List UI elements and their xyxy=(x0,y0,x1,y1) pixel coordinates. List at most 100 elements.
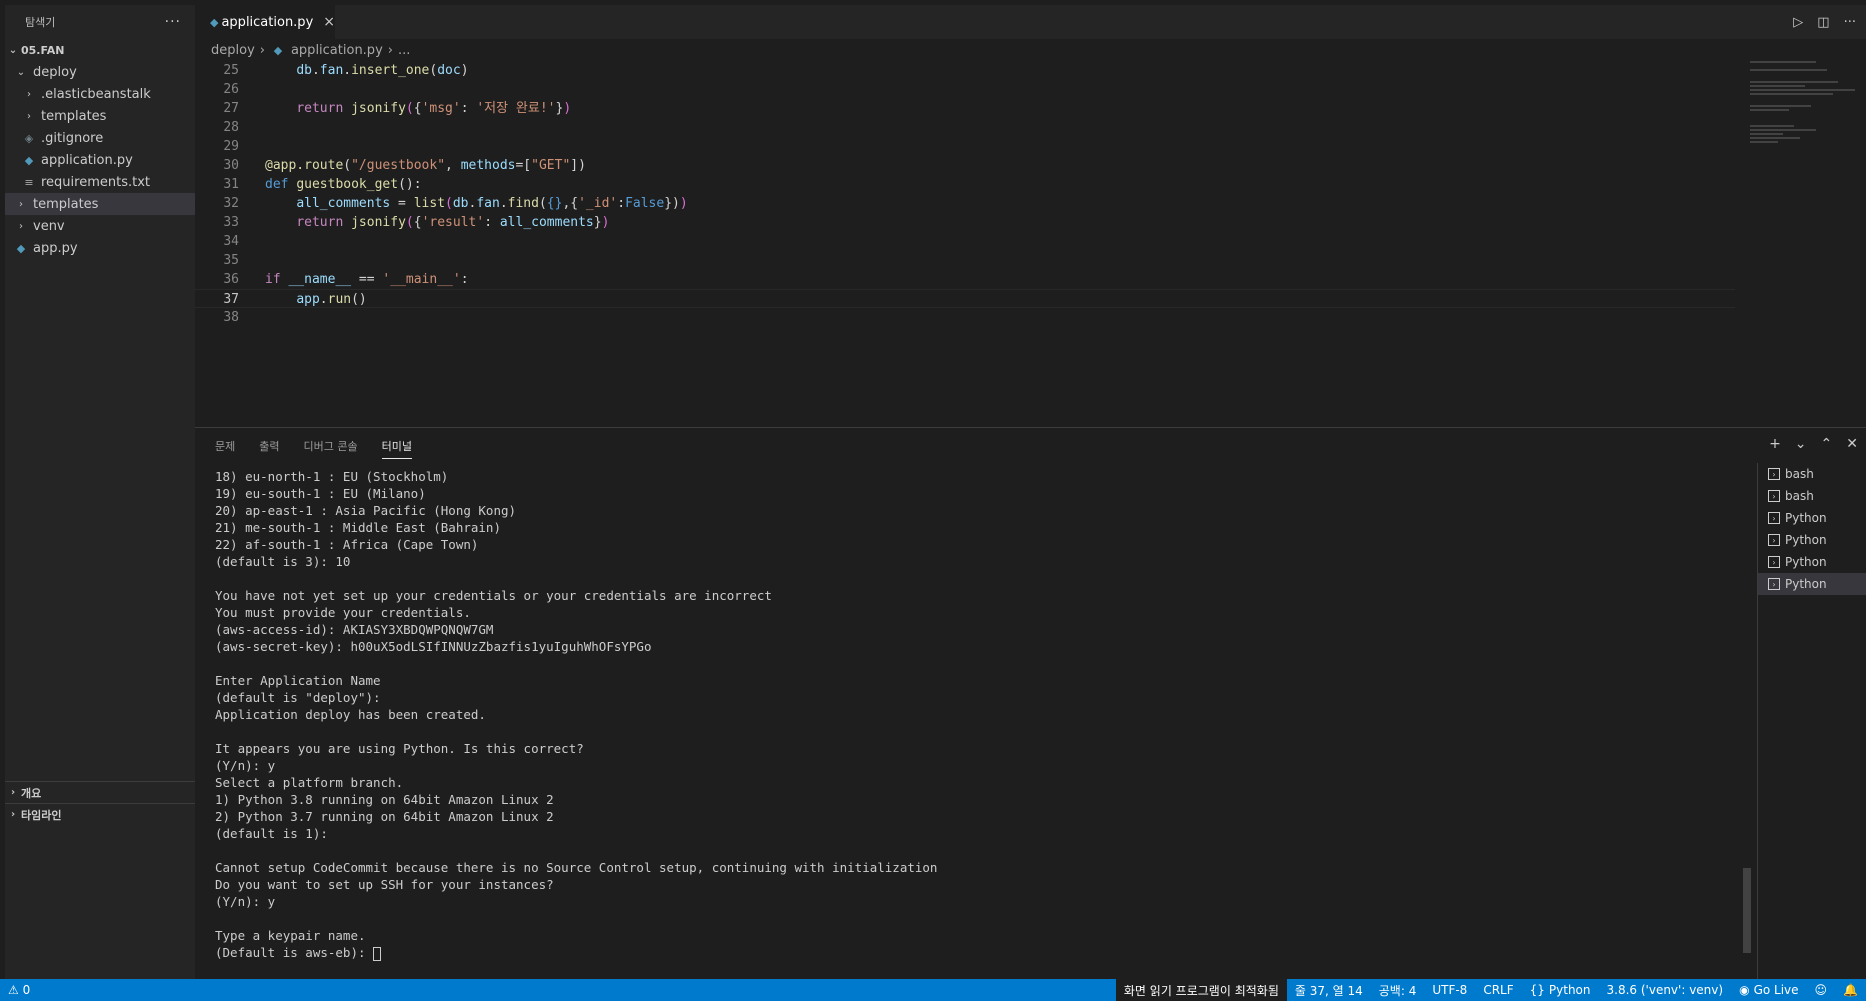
tree-item[interactable]: › venv xyxy=(5,215,195,237)
terminal-line: (default is "deploy"): xyxy=(215,689,1715,706)
terminal-icon: › xyxy=(1768,490,1780,502)
terminal-icon: › xyxy=(1768,534,1780,546)
line-number: 28 xyxy=(223,120,239,135)
line-number: 25 xyxy=(223,63,239,78)
code-text: def guestbook_get(): xyxy=(265,177,422,192)
terminal-line: (Y/n): y xyxy=(215,757,1715,774)
chevron-down-icon[interactable]: ⌄ xyxy=(1795,436,1807,452)
indentation[interactable]: 공백: 4 xyxy=(1371,979,1425,1001)
editor-area: ◆ application.py × ▷ ◫ ··· deploy › ◆ ap… xyxy=(195,5,1866,427)
cursor-position[interactable]: 줄 37, 열 14 xyxy=(1287,979,1371,1001)
tab-application-py[interactable]: ◆ application.py × xyxy=(195,5,335,39)
terminal-instance-label: Python xyxy=(1785,555,1827,569)
line-number: 27 xyxy=(223,101,239,116)
terminal-line-text: 19) eu-south-1 : EU (Milano) xyxy=(215,486,426,501)
terminal-instance[interactable]: › bash xyxy=(1758,463,1866,485)
tab-label: application.py xyxy=(221,14,314,30)
minimap-line xyxy=(1750,141,1778,143)
feedback-icon[interactable]: ☺ xyxy=(1807,979,1836,1001)
run-icon[interactable]: ▷ xyxy=(1793,15,1803,30)
go-live-label: Go Live xyxy=(1753,983,1799,997)
panel-tab[interactable]: 터미널 xyxy=(381,433,412,459)
terminal-icon: › xyxy=(1768,468,1780,480)
tree-item-label: venv xyxy=(33,218,65,234)
outline-section[interactable]: › 개요 xyxy=(5,781,195,803)
add-terminal-icon[interactable]: + xyxy=(1769,436,1781,452)
panel-tab[interactable]: 문제 xyxy=(215,438,235,454)
code-line: 33 return jsonify({'result': all_comment… xyxy=(195,213,1735,232)
code-view[interactable]: 25 db.fan.insert_one(doc) 26 27 return jso… xyxy=(195,61,1735,327)
python-interpreter[interactable]: 3.8.6 ('venv': venv) xyxy=(1599,979,1732,1001)
terminal-instance[interactable]: › Python xyxy=(1758,573,1866,595)
minimap-line xyxy=(1750,85,1805,87)
code-line: 31 def guestbook_get(): xyxy=(195,175,1735,194)
line-number: 26 xyxy=(223,82,239,97)
terminal-instance[interactable]: › Python xyxy=(1758,529,1866,551)
panel-tab[interactable]: 디버그 콘솔 xyxy=(304,438,358,454)
problems-count[interactable]: ⚠ 0 xyxy=(8,983,30,997)
workspace-root[interactable]: ⌄ 05.FAN xyxy=(5,39,195,61)
breadcrumb-folder[interactable]: deploy xyxy=(211,43,255,58)
minimap-line xyxy=(1750,93,1833,95)
terminal-instance[interactable]: › Python xyxy=(1758,551,1866,573)
tree-item[interactable]: › templates xyxy=(5,193,195,215)
breadcrumb-file[interactable]: application.py xyxy=(291,43,383,58)
code-line: 36 if __name__ == '__main__': xyxy=(195,270,1735,289)
tree-item[interactable]: › templates xyxy=(5,105,195,127)
tree-item[interactable]: ◆ application.py xyxy=(5,149,195,171)
tree-item[interactable]: ≡ requirements.txt xyxy=(5,171,195,193)
more-actions-icon[interactable]: ··· xyxy=(165,14,181,30)
terminal-line-text: Application deploy has been created. xyxy=(215,707,486,722)
chevron-right-icon: › xyxy=(27,110,31,122)
split-editor-icon[interactable]: ◫ xyxy=(1817,15,1829,30)
minimap-line xyxy=(1750,89,1855,91)
code-line: 25 db.fan.insert_one(doc) xyxy=(195,61,1735,80)
breadcrumb-symbol[interactable]: ... xyxy=(398,43,410,58)
minimap-line xyxy=(1750,125,1794,127)
close-icon[interactable]: × xyxy=(323,14,335,30)
tree-item-label: app.py xyxy=(33,240,78,256)
line-number: 30 xyxy=(223,158,239,173)
chevron-down-icon: ⌄ xyxy=(16,66,26,78)
screen-reader-status[interactable]: 화면 읽기 프로그램이 최적화됨 xyxy=(1115,979,1287,1001)
end-of-line[interactable]: CRLF xyxy=(1475,979,1521,1001)
terminal-list: › bash › bash › Python › Python › Python › Python xyxy=(1757,463,1866,980)
close-panel-icon[interactable]: ✕ xyxy=(1846,436,1858,452)
terminal-instance[interactable]: › Python xyxy=(1758,507,1866,529)
notifications-icon[interactable]: 🔔 xyxy=(1835,979,1866,1001)
code-text: @app.route("/guestbook", methods=["GET"]… xyxy=(265,158,586,173)
timeline-label: 타임라인 xyxy=(21,808,62,822)
minimap[interactable] xyxy=(1750,61,1860,151)
tree-item[interactable]: ◆ app.py xyxy=(5,237,195,259)
terminal-output[interactable]: 18) eu-north-1 : EU (Stockholm) 19) eu-so… xyxy=(215,468,1715,961)
minimap-line xyxy=(1750,129,1816,131)
python-file-icon: ◆ xyxy=(24,153,34,167)
more-icon[interactable]: ··· xyxy=(1844,15,1856,30)
tree-item[interactable]: ⌄ deploy xyxy=(5,61,195,83)
panel-tab[interactable]: 출력 xyxy=(259,438,279,454)
line-number: 31 xyxy=(223,177,239,192)
terminal-line-text: Enter Application Name xyxy=(215,673,381,688)
terminal-line-text: (Y/n): y xyxy=(215,758,276,773)
minimap-line xyxy=(1750,137,1800,139)
terminal-instance[interactable]: › bash xyxy=(1758,485,1866,507)
outline-label: 개요 xyxy=(21,786,42,800)
maximize-panel-icon[interactable]: ⌃ xyxy=(1821,436,1833,452)
tree-item[interactable]: › .elasticbeanstalk xyxy=(5,83,195,105)
language-mode[interactable]: {} Python xyxy=(1522,979,1599,1001)
chevron-right-icon: › xyxy=(10,787,16,798)
terminal-scrollbar[interactable] xyxy=(1743,868,1751,953)
encoding[interactable]: UTF-8 xyxy=(1424,979,1475,1001)
line-number: 34 xyxy=(223,234,239,249)
terminal-line-text: You have not yet set up your credentials… xyxy=(215,588,772,603)
file-tree: ⌄ deploy › .elasticbeanstalk › templates ◈ .git… xyxy=(5,61,195,259)
tree-item[interactable]: ◈ .gitignore xyxy=(5,127,195,149)
tree-item-label: deploy xyxy=(33,64,77,80)
terminal-line: (aws-access-id): AKIASY3XBDQWPQNQW7GM xyxy=(215,621,1715,638)
timeline-section[interactable]: › 타임라인 xyxy=(5,803,195,825)
status-bar: ⚠ 0 화면 읽기 프로그램이 최적화됨 줄 37, 열 14 공백: 4 UT… xyxy=(0,979,1866,1001)
go-live-button[interactable]: ◉ Go Live xyxy=(1731,979,1806,1001)
python-file-icon: ◆ xyxy=(210,15,219,29)
terminal-line-text: (default is 1): xyxy=(215,826,328,841)
